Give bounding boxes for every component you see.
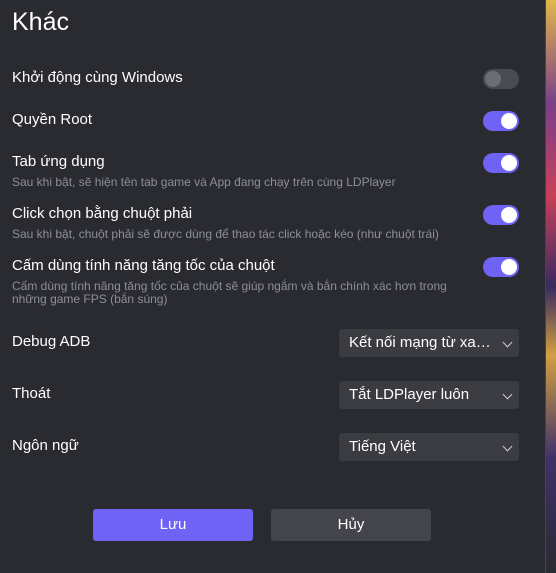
setting-debug-adb: Debug ADB	[12, 333, 90, 350]
setting-mouse-accel-label: Cấm dùng tính năng tăng tốc của chuột	[12, 257, 275, 274]
language-select[interactable]: Tiếng Việt	[339, 433, 519, 461]
cancel-button[interactable]: Hủy	[271, 509, 431, 541]
debug-adb-select[interactable]: Kết nối mạng từ xa (kh...	[339, 329, 519, 357]
page-title: Khác	[12, 8, 69, 36]
toggle-knob	[485, 71, 501, 87]
debug-adb-label: Debug ADB	[12, 333, 91, 350]
setting-app-tab-label: Tab ứng dụng	[12, 153, 105, 170]
toggle-knob	[501, 259, 517, 275]
exit-select[interactable]: Tắt LDPlayer luôn	[339, 381, 519, 409]
setting-mouse-accel: Cấm dùng tính năng tăng tốc của chuột Cấ…	[12, 257, 472, 306]
right-click-toggle[interactable]	[483, 205, 519, 225]
toggle-knob	[501, 155, 517, 171]
language-value: Tiếng Việt	[349, 438, 416, 455]
setting-mouse-accel-description: Cấm dùng tính năng tăng tốc của chuột sẽ…	[12, 279, 447, 306]
setting-startup-label: Khởi động cùng Windows	[12, 69, 183, 86]
chevron-down-icon	[502, 441, 513, 452]
setting-app-tab-description: Sau khi bật, sẽ hiện tên tab game và App…	[12, 175, 396, 189]
setting-right-click-description: Sau khi bật, chuột phải sẽ được dùng để …	[12, 227, 439, 241]
chevron-down-icon	[502, 389, 513, 400]
setting-right-click: Click chọn bằng chuột phải Sau khi bật, …	[12, 205, 472, 241]
exit-value: Tắt LDPlayer luôn	[349, 386, 470, 403]
setting-right-click-label: Click chọn bằng chuột phải	[12, 205, 193, 222]
setting-app-tab: Tab ứng dụng Sau khi bật, sẽ hiện tên ta…	[12, 153, 472, 189]
setting-exit: Thoát	[12, 385, 50, 402]
app-tab-toggle[interactable]	[483, 153, 519, 173]
debug-adb-value: Kết nối mạng từ xa (kh...	[349, 334, 514, 351]
toggle-knob	[501, 207, 517, 223]
language-label: Ngôn ngữ	[12, 437, 79, 454]
settings-panel: Khác Khởi động cùng Windows Quyền Root T…	[0, 0, 546, 573]
save-button[interactable]: Lưu	[93, 509, 253, 541]
toggle-knob	[501, 113, 517, 129]
setting-language: Ngôn ngữ	[12, 437, 79, 454]
startup-toggle[interactable]	[483, 69, 519, 89]
setting-startup: Khởi động cùng Windows	[12, 69, 183, 86]
mouse-accel-toggle[interactable]	[483, 257, 519, 277]
background-game-art	[546, 0, 556, 573]
root-toggle[interactable]	[483, 111, 519, 131]
exit-label: Thoát	[12, 385, 51, 402]
setting-root: Quyền Root	[12, 111, 92, 128]
setting-root-label: Quyền Root	[12, 111, 93, 128]
